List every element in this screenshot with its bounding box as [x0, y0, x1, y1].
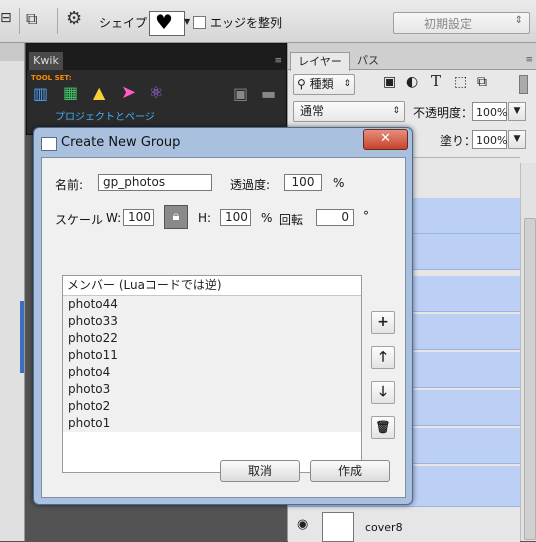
opacity-label: 不透明度：	[413, 106, 474, 120]
layer-thumbnail	[322, 512, 354, 542]
add-member-button[interactable]: +	[371, 311, 395, 334]
delete-member-button[interactable]: 🗑︎	[371, 416, 395, 439]
name-label: 名前:	[55, 178, 84, 192]
eye-icon[interactable]: ◉	[297, 517, 308, 532]
list-item[interactable]: photo44	[63, 296, 361, 313]
updown-arrows-icon: ⇕	[514, 15, 523, 26]
layer-row-cover8[interactable]: ◉ cover8	[288, 508, 520, 542]
plus-icon: +	[377, 314, 389, 330]
rocket-tool-icon[interactable]: ▲	[93, 83, 105, 102]
list-item[interactable]: photo4	[63, 364, 361, 381]
panel-menu-icon[interactable]: ≡	[525, 55, 533, 65]
smart-object-filter-icon[interactable]: ⧉	[477, 74, 487, 90]
height-field[interactable]: 100	[220, 209, 251, 226]
kwik-panel: Kwik ≡ TOOL SET: ▥ ▦ ▲ ➤ ⚛ ▣ ▬ プロジェクトとペー…	[26, 43, 287, 135]
height-label: H:	[198, 211, 212, 225]
fill-field[interactable]: 100%	[472, 130, 507, 149]
shape-picker[interactable]: ♥	[149, 10, 185, 36]
dialog-title: Create New Group	[61, 135, 181, 150]
heart-icon: ♥	[155, 10, 173, 34]
scale-label: スケール	[55, 213, 104, 227]
list-item[interactable]: photo33	[63, 313, 361, 330]
transparency-percent: %	[333, 176, 345, 190]
align-edges-checkbox[interactable]	[193, 16, 206, 29]
fill-label: 塗り：	[440, 134, 477, 148]
opacity-dropdown-button[interactable]: ▼	[508, 102, 526, 121]
updown-arrows-icon: ⇕	[343, 79, 351, 89]
atom-tool-icon[interactable]: ⚛	[149, 83, 163, 102]
blend-mode-select[interactable]: 通常 ⇕	[293, 101, 405, 122]
tab-paths[interactable]: パス	[352, 52, 384, 70]
move-up-button[interactable]: 🡑	[371, 346, 395, 369]
list-item[interactable]: photo22	[63, 330, 361, 347]
trash-icon: 🗑︎	[375, 420, 391, 434]
aspect-lock-button[interactable]: 🔒︎	[164, 205, 188, 229]
transparency-label: 透過度:	[230, 178, 271, 192]
tab-layers[interactable]: レイヤー	[290, 52, 350, 71]
search-icon: ⚲	[297, 77, 306, 91]
list-item[interactable]: photo11	[63, 347, 361, 364]
chevron-down-icon[interactable]: ▼	[184, 17, 190, 26]
move-down-button[interactable]: 🡓	[371, 381, 395, 404]
create-button[interactable]: 作成	[310, 460, 390, 482]
barcode-tool-icon[interactable]: ▥	[33, 84, 48, 103]
left-panel-strip	[0, 43, 25, 541]
panel-menu-icon[interactable]: ≡	[274, 56, 282, 66]
arrow-down-icon: 🡓	[379, 384, 387, 400]
gear-icon[interactable]: ⚙	[66, 8, 82, 29]
members-list[interactable]: メンバー (Luaコードでは逆) photo44 photo33 photo22 ph…	[62, 275, 362, 473]
align-edges-label: エッジを整列	[210, 16, 283, 30]
degree-symbol: °	[363, 209, 369, 223]
scrollbar-thumb[interactable]	[524, 218, 536, 540]
height-percent: %	[261, 211, 273, 225]
members-header: メンバー (Luaコードでは逆)	[63, 276, 361, 296]
rotation-label: 回転	[279, 213, 304, 227]
close-button[interactable]: ✕	[363, 129, 408, 150]
path-arrange-icon[interactable]: ⊟	[0, 10, 12, 26]
create-new-group-dialog: Create New Group ✕ 名前: gp_photos 透過度: 10…	[33, 127, 413, 505]
toolset-label: TOOL SET:	[31, 74, 72, 82]
filter-toggle[interactable]	[519, 75, 528, 94]
add-folder-icon[interactable]: ▣	[233, 84, 248, 103]
dialog-client-area: 名前: gp_photos 透過度: 100 % スケール W: 100 🔒︎ …	[41, 157, 406, 498]
opacity-field[interactable]: 100%	[472, 102, 507, 121]
folder-icon[interactable]: ▬	[261, 84, 276, 103]
members-rows: photo44 photo33 photo22 photo11 photo4 photo3…	[63, 296, 361, 432]
updown-arrows-icon: ⇕	[392, 106, 400, 116]
adjustment-filter-icon[interactable]: ◐	[406, 74, 418, 90]
tab-kwik[interactable]: Kwik	[29, 52, 63, 70]
rotation-field[interactable]: 0	[316, 209, 354, 226]
arrow-up-icon: 🡑	[379, 349, 387, 365]
cancel-button[interactable]: 取消	[220, 460, 300, 482]
layer-name: cover8	[365, 521, 403, 534]
cursor-tool-icon[interactable]: ➤	[121, 82, 136, 103]
layers-tab-row: レイヤー パス ≡	[288, 43, 536, 71]
fill-dropdown-button[interactable]: ▼	[508, 130, 526, 149]
grid-tool-icon[interactable]: ▦	[63, 83, 78, 102]
lock-icon: 🔒︎	[172, 209, 180, 224]
collapse-bar[interactable]	[0, 43, 24, 61]
filter-label: 種類	[309, 77, 334, 91]
list-item[interactable]: photo2	[63, 398, 361, 415]
window-icon	[41, 137, 57, 151]
kwik-tab-row: Kwik ≡	[27, 44, 286, 70]
preset-value: 初期設定	[424, 17, 473, 31]
text-filter-icon[interactable]: T	[431, 72, 441, 90]
list-item[interactable]: photo3	[63, 381, 361, 398]
path-alignment-icon[interactable]: ⧉	[26, 9, 37, 29]
list-item[interactable]: photo1	[63, 415, 361, 432]
panel-edge-highlight	[20, 301, 24, 373]
options-bar: ⊟ ⧉ ⚙ シェイプ： ♥ ▼ エッジを整列 初期設定 ⇕	[0, 0, 536, 43]
image-filter-icon[interactable]: ▣	[383, 74, 396, 90]
layer-filter-select[interactable]: ⚲ 種類 ⇕	[293, 74, 355, 95]
width-field[interactable]: 100	[123, 209, 154, 226]
width-label: W:	[106, 211, 122, 225]
layers-scrollbar[interactable]	[520, 163, 536, 541]
name-field[interactable]: gp_photos	[98, 174, 212, 191]
shape-filter-icon[interactable]: ⬚	[454, 74, 467, 90]
project-pages-label[interactable]: プロジェクトとページ	[55, 108, 155, 123]
preset-select[interactable]: 初期設定 ⇕	[393, 12, 530, 34]
transparency-field[interactable]: 100	[284, 174, 322, 191]
blend-mode-value: 通常	[300, 104, 325, 118]
